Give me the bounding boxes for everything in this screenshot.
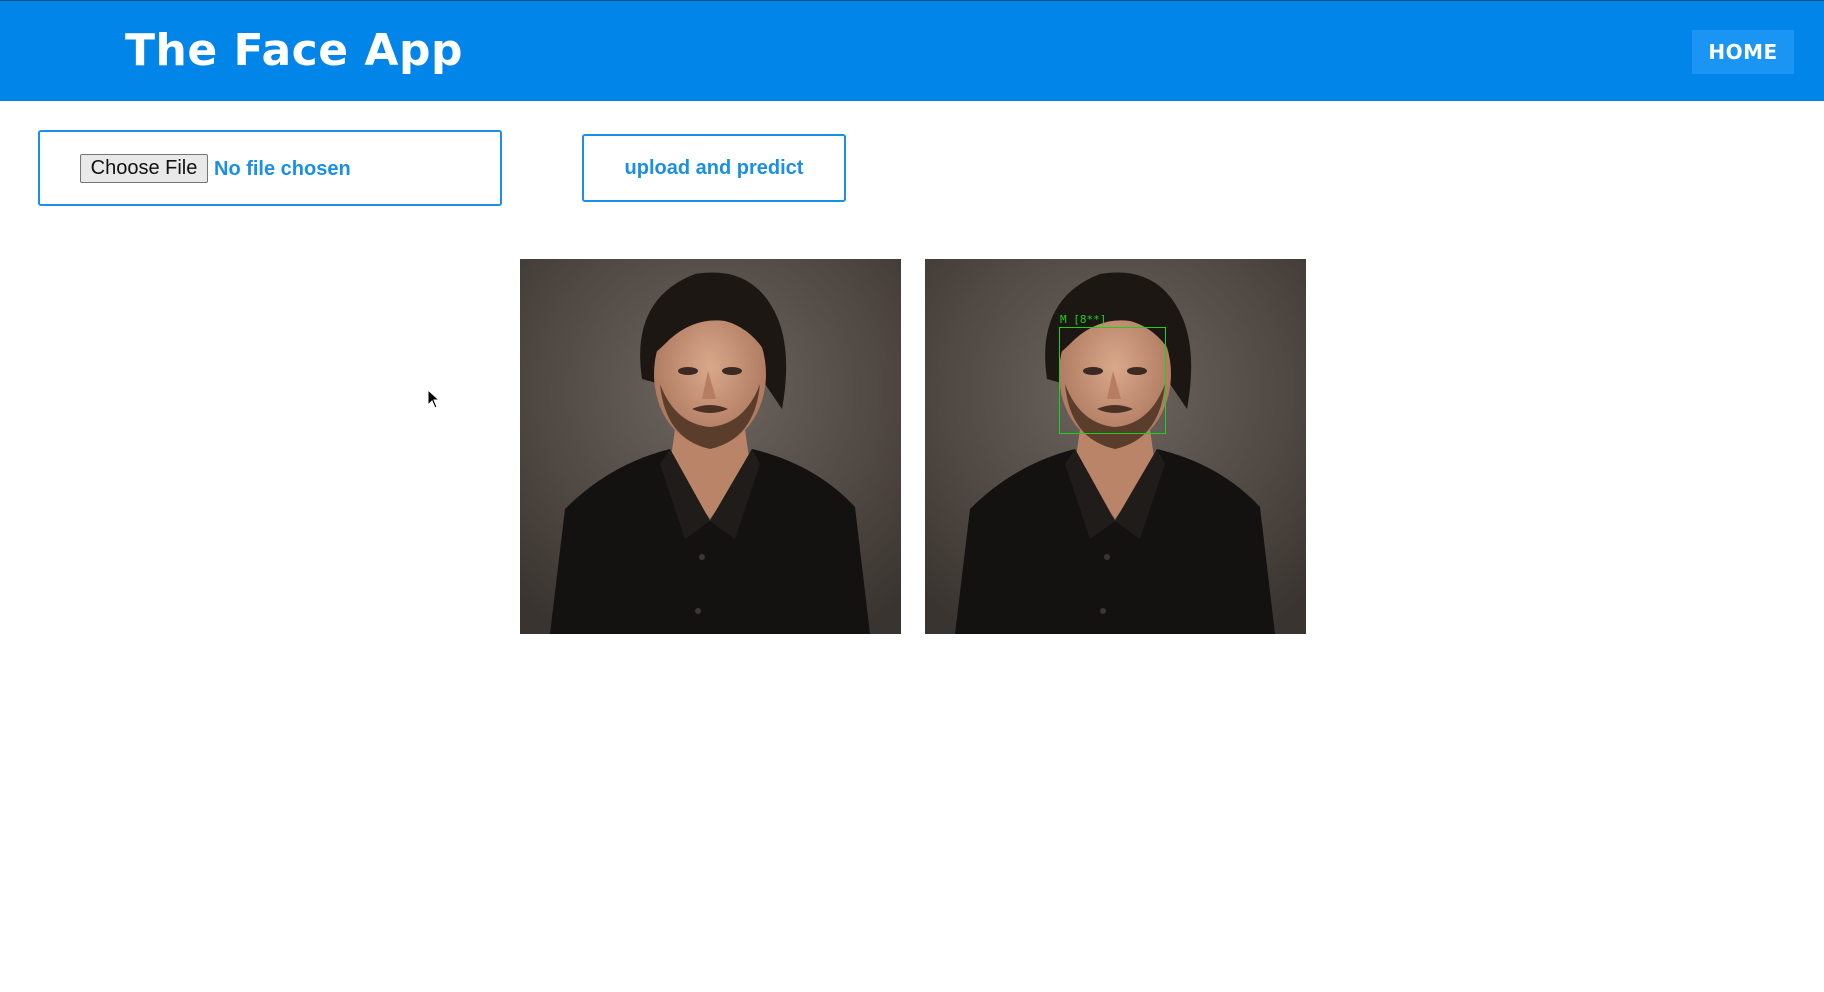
home-button[interactable]: HOME — [1692, 30, 1794, 74]
face-detection-box — [1059, 327, 1166, 434]
navbar: The Face App HOME — [0, 0, 1824, 101]
file-input-box[interactable]: Choose File No file chosen — [38, 130, 502, 206]
predicted-photo: M [8**] — [925, 259, 1306, 634]
portrait-image — [520, 259, 901, 634]
brand-title: The Face App — [125, 25, 463, 76]
choose-file-button[interactable]: Choose File — [80, 154, 208, 183]
mouse-pointer-icon — [427, 388, 441, 414]
original-photo — [520, 259, 901, 634]
prediction-label: M [8**] — [1060, 313, 1107, 326]
portrait-image-annotated — [925, 259, 1306, 634]
file-status-text: No file chosen — [214, 158, 351, 180]
upload-and-predict-button[interactable]: upload and predict — [582, 134, 846, 202]
